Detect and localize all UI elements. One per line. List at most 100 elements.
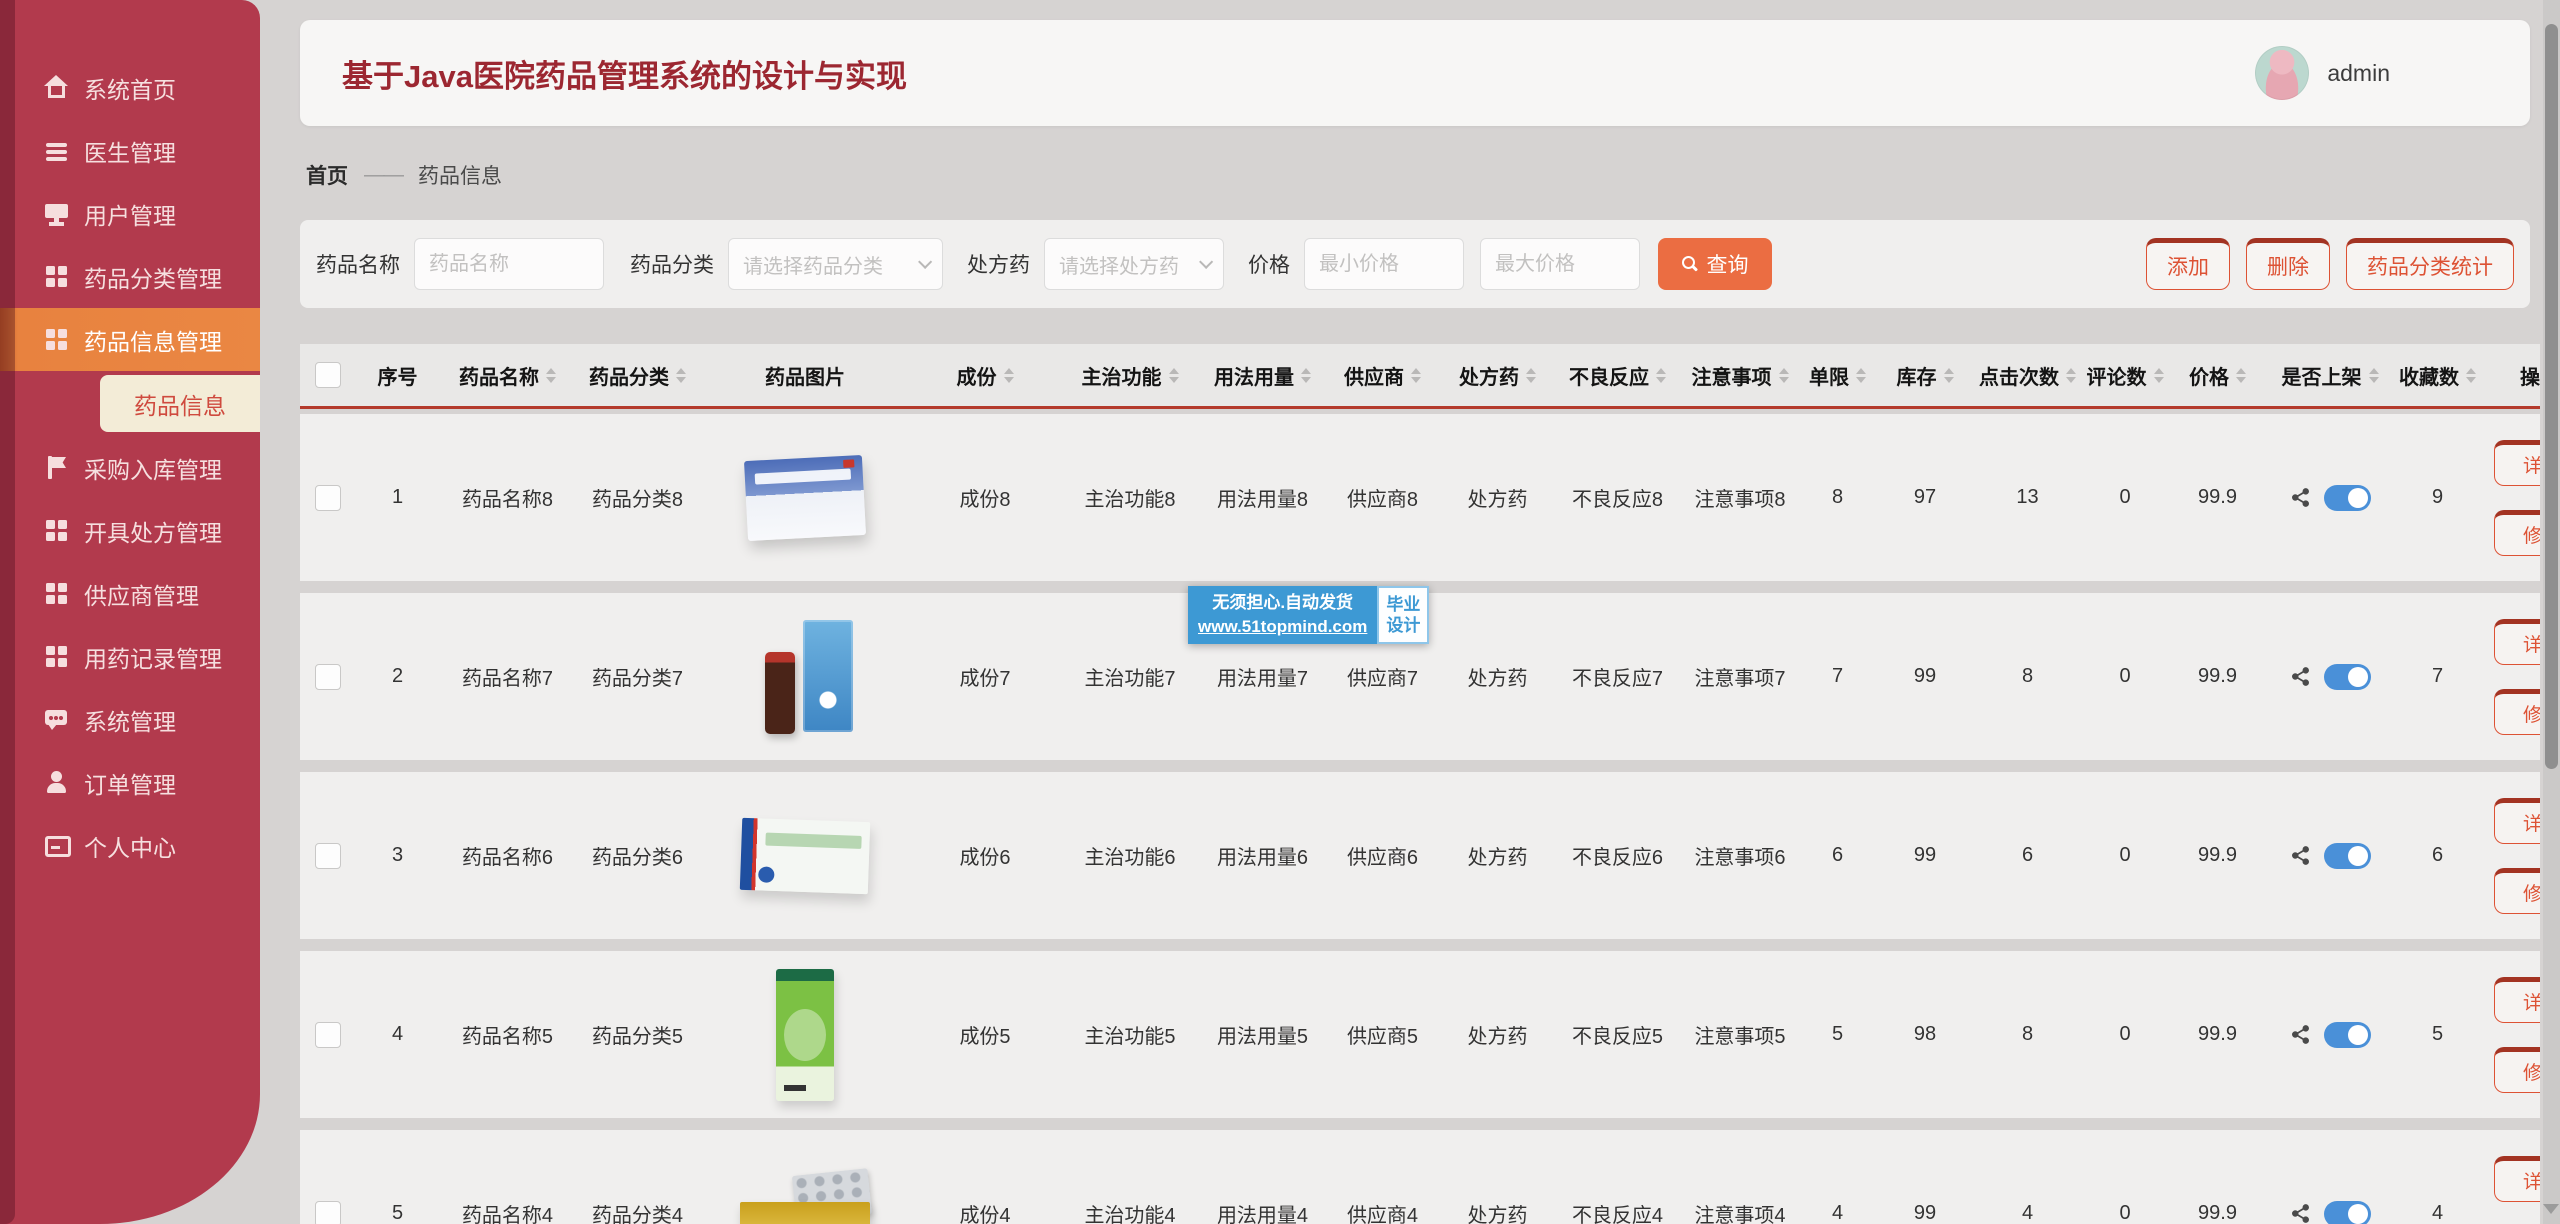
sidebar-item[interactable]: 医生管理 [0,119,260,182]
cell-supplier: 供应商6 [1325,841,1440,870]
scroll-down-arrow-icon[interactable] [2543,1204,2559,1214]
column-header[interactable]: 序号 [355,361,440,390]
row-action-button[interactable]: 详情 [2494,798,2540,844]
sidebar-item[interactable]: 用户管理 [0,182,260,245]
select-all-checkbox[interactable] [315,362,341,388]
drug-name-input[interactable] [414,238,604,290]
scrollbar-thumb[interactable] [2545,24,2558,769]
column-header[interactable]: 供应商 [1325,361,1440,390]
column-header[interactable]: 药品名称 [440,361,575,390]
column-header[interactable]: 用法用量 [1200,361,1325,390]
share-icon[interactable] [2290,1024,2311,1045]
sort-icon[interactable] [1779,368,1789,383]
row-action-button[interactable]: 修改 [2494,510,2540,556]
share-icon[interactable] [2290,1203,2311,1224]
add-button[interactable]: 添加 [2146,238,2230,290]
sidebar-item[interactable]: 采购入库管理 [0,436,260,499]
on-sale-toggle[interactable] [2324,843,2371,869]
cell-notes: 注意事项8 [1680,483,1800,512]
row-action-button[interactable]: 详情 [2494,440,2540,486]
column-header[interactable]: 不良反应 [1555,361,1680,390]
price-max-input[interactable] [1480,238,1640,290]
cell-name: 药品名称6 [440,841,575,870]
cell-drug-image [700,458,910,538]
sidebar-item[interactable]: 供应商管理 [0,562,260,625]
sort-icon[interactable] [676,368,686,383]
sort-icon[interactable] [2154,368,2164,383]
row-action-button[interactable]: 修改 [2494,868,2540,914]
sidebar-item[interactable]: 药品分类管理 [0,245,260,308]
column-header[interactable]: 收藏数 [2395,361,2480,390]
column-header[interactable]: 是否上架 [2265,361,2395,390]
sort-icon[interactable] [1526,368,1536,383]
on-sale-toggle[interactable] [2324,664,2371,690]
category-stats-button[interactable]: 药品分类统计 [2346,238,2514,290]
prescription-select[interactable]: 请选择处方药 [1044,238,1224,290]
row-checkbox[interactable] [315,664,341,690]
share-icon[interactable] [2290,845,2311,866]
column-header[interactable]: 价格 [2170,361,2265,390]
breadcrumb-home[interactable]: 首页 [306,160,348,190]
sidebar-item[interactable]: 系统首页 [0,56,260,119]
sort-icon[interactable] [1004,368,1014,383]
vertical-scrollbar[interactable] [2543,0,2560,1224]
column-header[interactable]: 单限 [1800,361,1875,390]
column-header[interactable]: 注意事项 [1680,361,1800,390]
share-icon[interactable] [2290,666,2311,687]
sort-icon[interactable] [1856,368,1866,383]
search-button[interactable]: 查询 [1658,238,1772,290]
row-checkbox[interactable] [315,1022,341,1048]
row-action-button[interactable]: 详情 [2494,977,2540,1023]
table-row: 4药品名称5药品分类5成份5主治功能5用法用量5供应商5处方药不良反应5注意事项… [300,951,2540,1118]
sidebar-item[interactable]: 药品信息管理 [0,308,260,371]
row-action-button[interactable]: 修改 [2494,689,2540,735]
cell-checkbox [300,1201,355,1224]
delete-button[interactable]: 删除 [2246,238,2330,290]
drug-category-select[interactable]: 请选择药品分类 [728,238,943,290]
cell-name: 药品名称8 [440,483,575,512]
sidebar-subitem-drug-info[interactable]: 药品信息 [100,375,260,432]
sort-icon[interactable] [2369,368,2379,383]
sort-icon[interactable] [2066,368,2076,383]
price-min-input[interactable] [1304,238,1464,290]
sort-icon[interactable] [1656,368,1666,383]
sort-icon[interactable] [1944,368,1954,383]
drug-category-placeholder: 请选择药品分类 [743,250,883,279]
row-checkbox[interactable] [315,485,341,511]
sort-icon[interactable] [546,368,556,383]
sidebar-item[interactable]: 个人中心 [0,814,260,877]
sort-icon[interactable] [2236,368,2246,383]
sidebar-item[interactable]: 开具处方管理 [0,499,260,562]
column-header[interactable]: 药品图片 [700,361,910,390]
on-sale-toggle[interactable] [2324,1022,2371,1048]
avatar[interactable] [2255,46,2309,100]
column-header[interactable]: 操作 [2480,361,2540,390]
row-checkbox[interactable] [315,1201,341,1224]
column-header[interactable]: 成份 [910,361,1060,390]
search-icon [1682,256,1698,272]
row-action-button[interactable]: 修改 [2494,1047,2540,1093]
row-checkbox[interactable] [315,843,341,869]
column-header[interactable]: 处方药 [1440,361,1555,390]
cell-checkbox [300,664,355,690]
row-action-button[interactable]: 详情 [2494,619,2540,665]
sort-icon[interactable] [2466,368,2476,383]
on-sale-toggle[interactable] [2324,1201,2371,1224]
column-header[interactable]: 库存 [1875,361,1975,390]
sort-icon[interactable] [1301,368,1311,383]
cell-function: 主治功能4 [1060,1199,1200,1224]
sort-icon[interactable] [1169,368,1179,383]
column-header[interactable]: 药品分类 [575,361,700,390]
column-header[interactable]: 评论数 [2080,361,2170,390]
share-icon[interactable] [2290,487,2311,508]
sidebar-item[interactable]: 系统管理 [0,688,260,751]
on-sale-toggle[interactable] [2324,485,2371,511]
sort-icon[interactable] [1411,368,1421,383]
column-header[interactable]: 主治功能 [1060,361,1200,390]
sidebar-item[interactable]: 用药记录管理 [0,625,260,688]
cell-on-sale [2265,485,2395,511]
user-chip[interactable]: admin [2255,46,2390,100]
row-action-button[interactable]: 详情 [2494,1156,2540,1202]
column-header[interactable]: 点击次数 [1975,361,2080,390]
sidebar-item[interactable]: 订单管理 [0,751,260,814]
